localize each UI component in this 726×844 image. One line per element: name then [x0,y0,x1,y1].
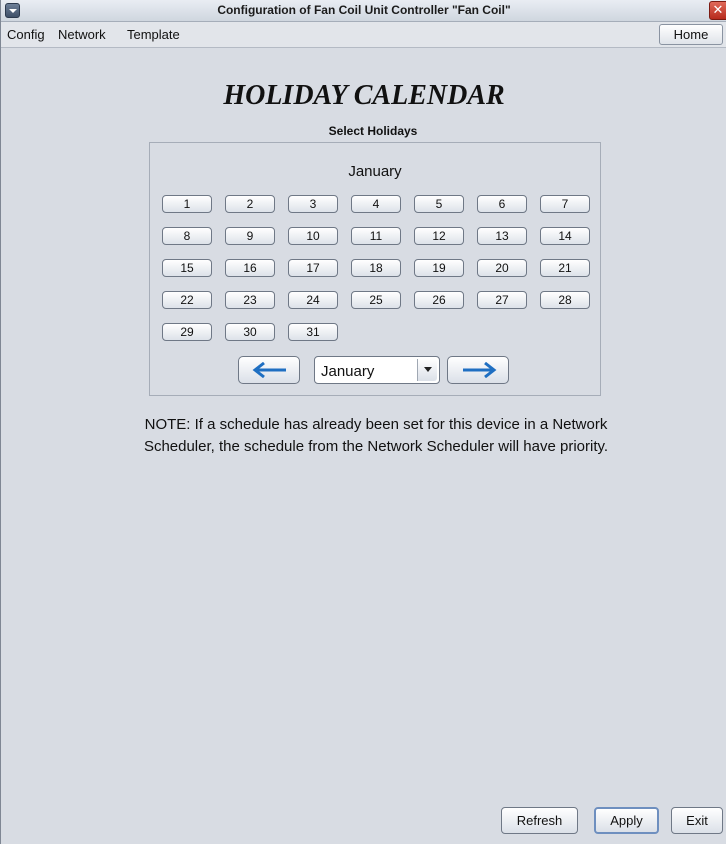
day-button[interactable]: 1 [162,195,212,213]
day-button[interactable]: 15 [162,259,212,277]
day-button[interactable]: 28 [540,291,590,309]
menu-config[interactable]: Config [7,27,45,42]
exit-button[interactable]: Exit [671,807,723,834]
page-subtitle: Select Holidays [328,124,418,138]
day-button[interactable]: 14 [540,227,590,245]
calendar-panel: January 1 2 3 4 5 6 7 8 9 10 11 12 13 14 15 16 17 18 19 20 2… [149,142,601,396]
day-button[interactable]: 3 [288,195,338,213]
day-button[interactable]: 5 [414,195,464,213]
day-button[interactable]: 19 [414,259,464,277]
close-icon[interactable]: ✕ [709,1,726,20]
day-button[interactable]: 31 [288,323,338,341]
day-button[interactable]: 26 [414,291,464,309]
prev-month-button[interactable] [238,356,300,384]
day-button[interactable]: 13 [477,227,527,245]
day-button[interactable]: 7 [540,195,590,213]
day-button[interactable]: 24 [288,291,338,309]
priority-note: NOTE: If a schedule has already been set… [71,414,681,458]
day-button[interactable]: 17 [288,259,338,277]
month-label: January [348,163,402,180]
day-button[interactable]: 29 [162,323,212,341]
menu-template[interactable]: Template [127,27,180,42]
config-window: Configuration of Fan Coil Unit Controlle… [0,0,726,844]
day-button[interactable]: 4 [351,195,401,213]
arrow-left-icon [252,362,286,378]
day-button[interactable]: 21 [540,259,590,277]
day-button[interactable]: 8 [162,227,212,245]
day-button[interactable]: 23 [225,291,275,309]
menu-network[interactable]: Network [58,27,106,42]
day-button[interactable]: 10 [288,227,338,245]
month-select[interactable]: January [314,356,440,384]
day-button[interactable]: 6 [477,195,527,213]
day-button[interactable]: 16 [225,259,275,277]
note-line-2: Scheduler, the schedule from the Network… [143,438,609,455]
window-title: Configuration of Fan Coil Unit Controlle… [217,3,511,17]
day-button[interactable]: 2 [225,195,275,213]
day-button[interactable]: 20 [477,259,527,277]
arrow-right-icon [463,362,497,378]
page-title: HOLIDAY CALENDAR [223,80,505,111]
menu-bar: Config Network Template Home [1,22,726,48]
month-select-value: January [321,363,375,380]
day-button[interactable]: 22 [162,291,212,309]
day-button[interactable]: 18 [351,259,401,277]
chevron-down-icon[interactable] [417,359,437,381]
home-button[interactable]: Home [659,24,723,45]
refresh-button[interactable]: Refresh [501,807,578,834]
day-button[interactable]: 27 [477,291,527,309]
note-line-1: NOTE: If a schedule has already been set… [144,416,608,433]
day-button[interactable]: 11 [351,227,401,245]
day-button[interactable]: 9 [225,227,275,245]
day-button[interactable]: 25 [351,291,401,309]
apply-button[interactable]: Apply [594,807,659,834]
day-button[interactable]: 12 [414,227,464,245]
next-month-button[interactable] [447,356,509,384]
title-bar: Configuration of Fan Coil Unit Controlle… [1,0,726,22]
day-button[interactable]: 30 [225,323,275,341]
